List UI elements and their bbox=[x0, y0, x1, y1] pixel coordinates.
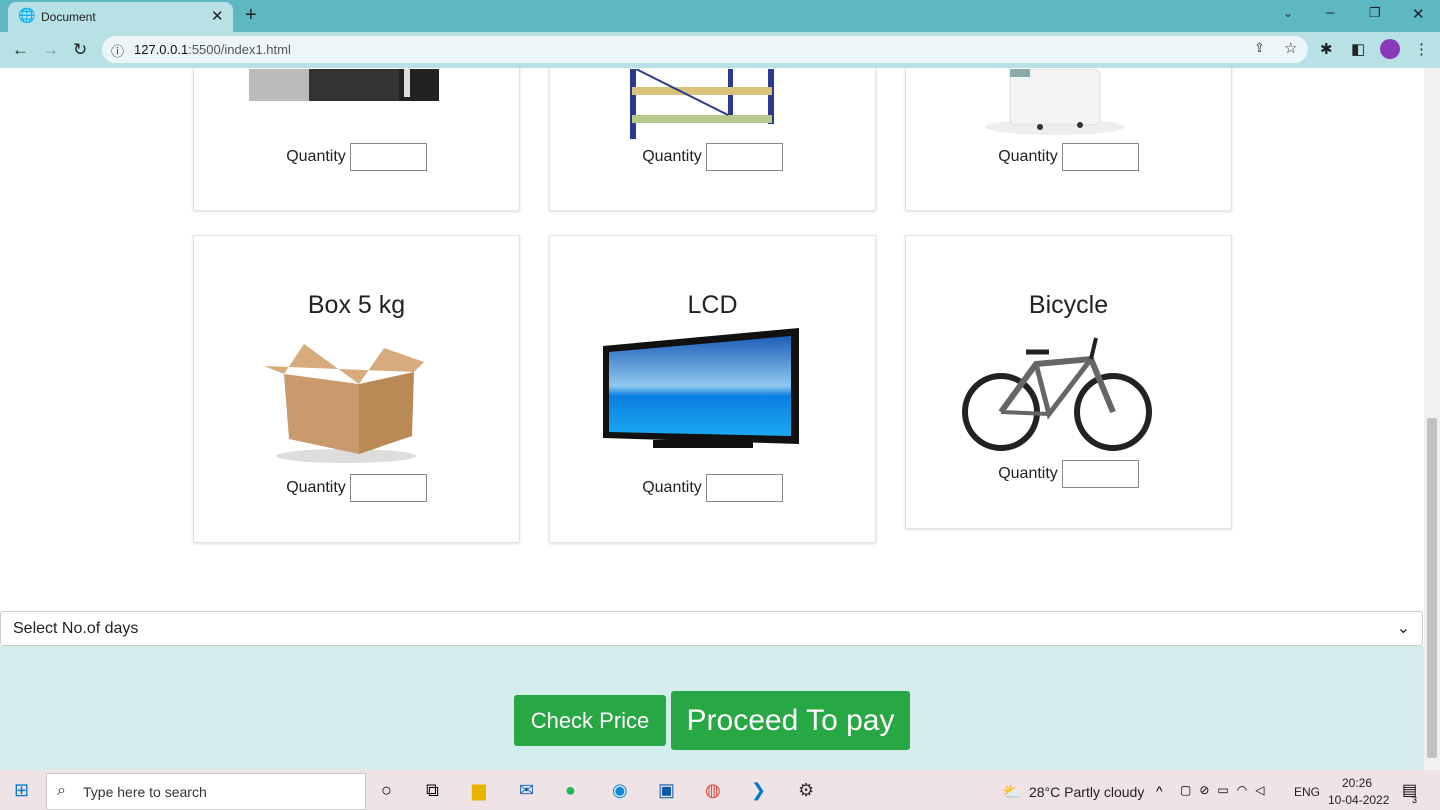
tab-search-icon[interactable]: ⌄ bbox=[1283, 6, 1293, 20]
quantity-label: Quantity bbox=[998, 465, 1058, 483]
weather-text[interactable]: 28°C Partly cloudy bbox=[1029, 784, 1144, 800]
chevron-down-icon: ⌄ bbox=[1396, 620, 1410, 637]
task-view-icon[interactable]: ⧉ bbox=[426, 780, 439, 801]
quantity-label: Quantity bbox=[642, 479, 702, 497]
share-icon[interactable]: ⇪ bbox=[1254, 40, 1265, 56]
days-select[interactable]: Select No.of days ⌄ bbox=[0, 611, 1423, 646]
menu-icon[interactable]: ⋮ bbox=[1414, 40, 1429, 58]
profile-avatar[interactable] bbox=[1380, 39, 1400, 59]
product-card-box: Box 5 kg Quantity bbox=[193, 235, 520, 543]
quantity-input[interactable] bbox=[349, 474, 427, 502]
tray-chevron-icon[interactable]: ^ bbox=[1156, 783, 1163, 799]
quantity-label: Quantity bbox=[998, 148, 1058, 166]
page-content: Quantity Quantity Quantity Box 5 kg Quan… bbox=[0, 68, 1424, 770]
action-area: Check Price Proceed To pay bbox=[0, 646, 1424, 770]
url-text: 127.0.0.1:5500/index1.html bbox=[134, 42, 291, 57]
days-select-value: Select No.of days bbox=[13, 620, 139, 637]
browser-tab[interactable]: 🌐 Document ✕ bbox=[8, 2, 233, 32]
windows-start-icon[interactable]: ⊞ bbox=[14, 780, 29, 801]
settings-gear-icon[interactable]: ⚙ bbox=[798, 780, 814, 801]
product-name: LCD bbox=[687, 291, 738, 319]
chrome-icon[interactable]: ◍ bbox=[705, 780, 721, 801]
taskbar-search[interactable]: ⌕ Type here to search bbox=[46, 773, 366, 810]
microwave-image bbox=[249, 69, 439, 101]
reload-icon[interactable]: ↻ bbox=[73, 40, 87, 60]
clock-date[interactable]: 10-04-2022 bbox=[1328, 793, 1389, 807]
spotify-icon[interactable]: ● bbox=[565, 780, 576, 801]
quantity-input[interactable] bbox=[349, 143, 427, 171]
quantity-input[interactable] bbox=[705, 474, 783, 502]
side-panel-icon[interactable]: ◧ bbox=[1351, 40, 1365, 58]
air-cooler-image bbox=[985, 69, 1125, 135]
clock-time[interactable]: 20:26 bbox=[1342, 776, 1372, 790]
dell-icon[interactable]: ▣ bbox=[658, 780, 675, 801]
minimize-icon[interactable]: – bbox=[1326, 4, 1334, 21]
bookmark-star-icon[interactable]: ☆ bbox=[1284, 39, 1297, 57]
product-name: Box 5 kg bbox=[307, 291, 406, 319]
shelf-rack-image bbox=[630, 69, 774, 139]
quantity-input[interactable] bbox=[1061, 143, 1139, 171]
product-card: Quantity bbox=[905, 68, 1232, 211]
tab-title: Document bbox=[41, 10, 96, 24]
quantity-input[interactable] bbox=[1061, 460, 1139, 488]
vscode-icon[interactable]: ❯ bbox=[751, 780, 766, 801]
bicycle-image bbox=[962, 337, 1152, 451]
tray-icons[interactable]: ▢⊘▭◠◁ bbox=[1180, 783, 1272, 797]
forward-icon[interactable]: → bbox=[42, 40, 59, 60]
quantity-label: Quantity bbox=[286, 479, 346, 497]
notification-count: 3 bbox=[1412, 795, 1418, 805]
language-indicator[interactable]: ENG bbox=[1294, 785, 1320, 799]
lcd-tv-image bbox=[603, 328, 799, 448]
product-card-lcd: LCD Quantity bbox=[549, 235, 876, 543]
check-price-button[interactable]: Check Price bbox=[514, 695, 666, 746]
quantity-input[interactable] bbox=[705, 143, 783, 171]
scrollbar-thumb[interactable] bbox=[1427, 418, 1437, 758]
mail-icon[interactable]: ✉ bbox=[519, 780, 534, 801]
back-icon[interactable]: ← bbox=[12, 40, 29, 60]
product-card: Quantity bbox=[193, 68, 520, 211]
new-tab-icon[interactable]: + bbox=[245, 4, 257, 27]
search-placeholder: Type here to search bbox=[83, 784, 207, 800]
weather-icon: ⛅ bbox=[1002, 784, 1022, 801]
close-tab-icon[interactable]: ✕ bbox=[211, 7, 224, 25]
info-icon: ⓘ bbox=[111, 44, 125, 59]
globe-icon: 🌐 bbox=[18, 7, 36, 23]
quantity-label: Quantity bbox=[286, 148, 346, 166]
product-card-bicycle: Bicycle Quantity bbox=[905, 235, 1232, 529]
search-icon: ⌕ bbox=[57, 782, 66, 799]
cardboard-box-image bbox=[264, 344, 424, 463]
product-name: Bicycle bbox=[1028, 291, 1109, 319]
edge-icon[interactable]: ◉ bbox=[612, 780, 628, 801]
close-window-icon[interactable]: ✕ bbox=[1412, 5, 1425, 23]
extensions-icon[interactable]: ✱ bbox=[1320, 40, 1333, 58]
product-card: Quantity bbox=[549, 68, 876, 211]
proceed-to-pay-button[interactable]: Proceed To pay bbox=[671, 691, 910, 750]
quantity-label: Quantity bbox=[642, 148, 702, 166]
file-explorer-icon[interactable]: ▆ bbox=[472, 780, 486, 801]
cortana-icon[interactable]: ○ bbox=[381, 780, 392, 801]
restore-icon[interactable]: ❐ bbox=[1369, 5, 1381, 21]
address-bar[interactable]: ⓘ 127.0.0.1:5500/index1.html ⇪ ☆ bbox=[102, 36, 1308, 63]
